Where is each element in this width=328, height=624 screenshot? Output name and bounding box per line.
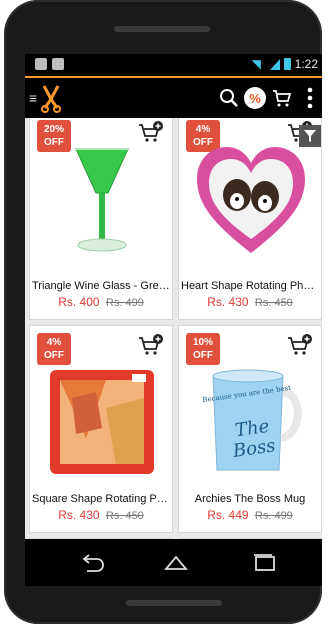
product-name: Heart Shape Rotating Phot... xyxy=(181,280,319,292)
product-image-square-frame xyxy=(50,370,154,474)
product-card-boss-mug[interactable]: 10% OFF Because you are the best The Bos… xyxy=(178,325,322,533)
product-price-row: Rs. 449 Rs. 499 xyxy=(179,508,321,522)
android-nav-bar xyxy=(25,539,322,586)
product-old-price: Rs. 499 xyxy=(254,510,293,522)
product-name: Triangle Wine Glass - Green xyxy=(32,280,170,292)
product-image-heart-frame xyxy=(197,147,305,253)
back-icon[interactable] xyxy=(79,551,105,573)
product-image-wine-glass xyxy=(75,148,129,252)
search-icon[interactable] xyxy=(219,88,239,108)
product-old-price: Rs. 499 xyxy=(105,297,144,309)
funnel-icon xyxy=(304,130,316,142)
status-indicators: ◥ 1:22 xyxy=(252,57,318,71)
notification-icon xyxy=(35,58,47,70)
product-card-square-frame[interactable]: 4% OFF Square Shape Rotating Ph... Rs. 4… xyxy=(29,325,173,533)
scissors-logo-icon[interactable] xyxy=(40,84,62,114)
filter-icon[interactable] xyxy=(299,125,321,147)
screen: ◥ 1:22 ≡ % 20% OFF Triangle Wine Glass -… xyxy=(25,54,322,586)
product-grid: 20% OFF Triangle Wine Glass - Green Rs. … xyxy=(25,118,322,539)
notification-icon xyxy=(52,58,64,70)
product-price-row: Rs. 400 Rs. 499 xyxy=(30,295,172,309)
phone-speaker xyxy=(114,26,210,32)
status-bar: ◥ 1:22 xyxy=(25,54,322,76)
phone-bottom-speaker xyxy=(126,600,222,606)
product-old-price: Rs. 450 xyxy=(254,297,293,309)
product-price: Rs. 430 xyxy=(58,508,100,522)
product-card-heart-frame[interactable]: 4% OFF Heart Shape Rotating Phot... Rs. … xyxy=(178,118,322,320)
product-card-wine-glass[interactable]: 20% OFF Triangle Wine Glass - Green Rs. … xyxy=(29,118,173,320)
product-price: Rs. 430 xyxy=(207,295,249,309)
status-time: 1:22 xyxy=(294,57,318,71)
app-bar: ≡ % xyxy=(25,76,322,118)
product-old-price: Rs. 450 xyxy=(105,510,144,522)
product-price-row: Rs. 430 Rs. 450 xyxy=(179,295,321,309)
product-image-boss-mug: Because you are the best The Boss xyxy=(202,369,302,471)
status-notifications xyxy=(35,58,64,70)
offer-symbol: % xyxy=(249,90,261,106)
wifi-icon: ◥ xyxy=(251,57,261,71)
home-icon[interactable] xyxy=(163,551,189,573)
phone-frame: ◥ 1:22 ≡ % 20% OFF Triangle Wine Glass -… xyxy=(4,0,322,624)
product-price: Rs. 449 xyxy=(207,508,249,522)
menu-icon[interactable]: ≡ xyxy=(29,91,39,105)
cart-icon[interactable] xyxy=(272,88,292,108)
product-name: Archies The Boss Mug xyxy=(194,493,306,505)
product-price: Rs. 400 xyxy=(58,295,100,309)
recent-apps-icon[interactable] xyxy=(251,551,277,573)
more-vertical-icon[interactable] xyxy=(307,86,313,110)
offer-icon[interactable]: % xyxy=(244,87,266,109)
battery-icon xyxy=(283,58,291,70)
product-name: Square Shape Rotating Ph... xyxy=(32,493,170,505)
product-price-row: Rs. 430 Rs. 450 xyxy=(30,508,172,522)
signal-icon xyxy=(269,58,280,70)
